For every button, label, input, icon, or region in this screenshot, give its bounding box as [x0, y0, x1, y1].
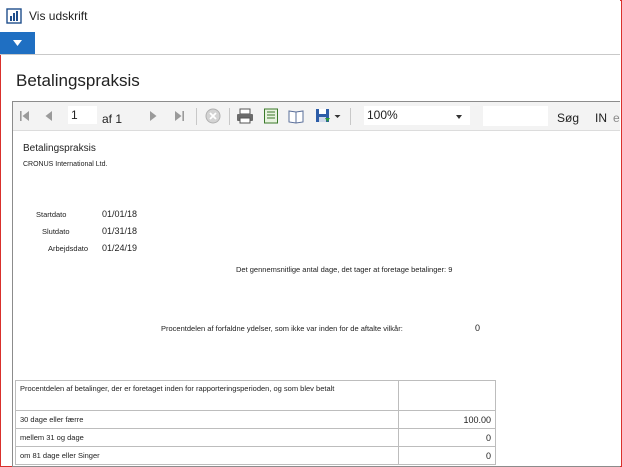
- start-date-value: 01/01/18: [102, 209, 138, 219]
- table-header-value-cell: [398, 380, 496, 411]
- overdue-percentage-label: Procentdelen af forfaldne ydelser, som i…: [161, 324, 403, 333]
- print-icon[interactable]: [236, 108, 254, 124]
- table-row: om 81 dage eller Singer 0: [15, 446, 496, 465]
- chevron-down-icon: [13, 40, 22, 46]
- action-menu-button[interactable]: [0, 32, 35, 54]
- row-value: 0: [398, 446, 496, 465]
- report-page: Betalingspraksis CRONUS International Lt…: [13, 131, 620, 466]
- end-date-value: 01/31/18: [102, 226, 138, 236]
- window-title: Vis udskrift: [29, 9, 88, 23]
- search-input[interactable]: [483, 106, 548, 126]
- row-label: mellem 31 og dage: [15, 428, 399, 447]
- work-date-label: Arbejdsdato: [48, 244, 89, 253]
- toolbar-separator: [196, 108, 197, 125]
- work-date-value: 01/24/19: [102, 243, 138, 253]
- title-bar: Vis udskrift: [0, 0, 620, 32]
- report-viewer: 1 af 1 100% Søg IN e Betalingspraksis CR…: [12, 101, 620, 467]
- toolbar-separator: [229, 108, 230, 125]
- table-row: 30 dage eller færre 100.00: [15, 410, 496, 429]
- next-page-icon[interactable]: [147, 108, 159, 124]
- page-number-input[interactable]: 1: [68, 106, 97, 124]
- table-header-cell: Procentdelen af betalinger, der er foret…: [15, 380, 399, 411]
- page-setup-icon[interactable]: [288, 108, 304, 124]
- report-toolbar: 1 af 1 100% Søg IN e: [13, 102, 620, 131]
- overdue-percentage-value: 0: [475, 323, 481, 333]
- toolbar-separator: [350, 108, 351, 125]
- action-pane: [0, 32, 620, 55]
- previous-page-icon[interactable]: [43, 108, 55, 124]
- first-page-icon[interactable]: [18, 108, 32, 124]
- search-label: Søg: [557, 111, 580, 125]
- average-payment-days-text: Det gennemsnitlige antal dage, det tager…: [236, 265, 453, 274]
- row-label: 30 dage eller færre: [15, 410, 399, 429]
- table-header-row: Procentdelen af betalinger, der er foret…: [15, 380, 496, 411]
- end-date-label: Slutdato: [42, 227, 70, 236]
- payment-periods-table: Procentdelen af betalinger, der er foret…: [15, 380, 496, 465]
- chevron-down-icon[interactable]: [456, 115, 462, 119]
- find-next-button[interactable]: e: [613, 111, 620, 125]
- row-label: om 81 dage eller Singer: [15, 446, 399, 465]
- find-button[interactable]: IN: [595, 111, 607, 125]
- report-title: Betalingspraksis: [23, 143, 96, 154]
- row-value: 100.00: [398, 410, 496, 429]
- start-date-label: Startdato: [36, 210, 67, 219]
- stop-icon[interactable]: [205, 108, 221, 124]
- last-page-icon[interactable]: [172, 108, 186, 124]
- row-value: 0: [398, 428, 496, 447]
- zoom-select[interactable]: 100%: [364, 106, 470, 125]
- report-app-icon: [6, 8, 22, 24]
- company-name: CRONUS International Ltd.: [23, 161, 108, 168]
- export-dropdown-icon[interactable]: [334, 108, 341, 124]
- page-title: Betalingspraksis: [16, 71, 140, 90]
- print-layout-icon[interactable]: [263, 108, 279, 124]
- table-row: mellem 31 og dage 0: [15, 428, 496, 447]
- export-icon[interactable]: [315, 108, 331, 124]
- page-of-label: af 1: [102, 112, 123, 126]
